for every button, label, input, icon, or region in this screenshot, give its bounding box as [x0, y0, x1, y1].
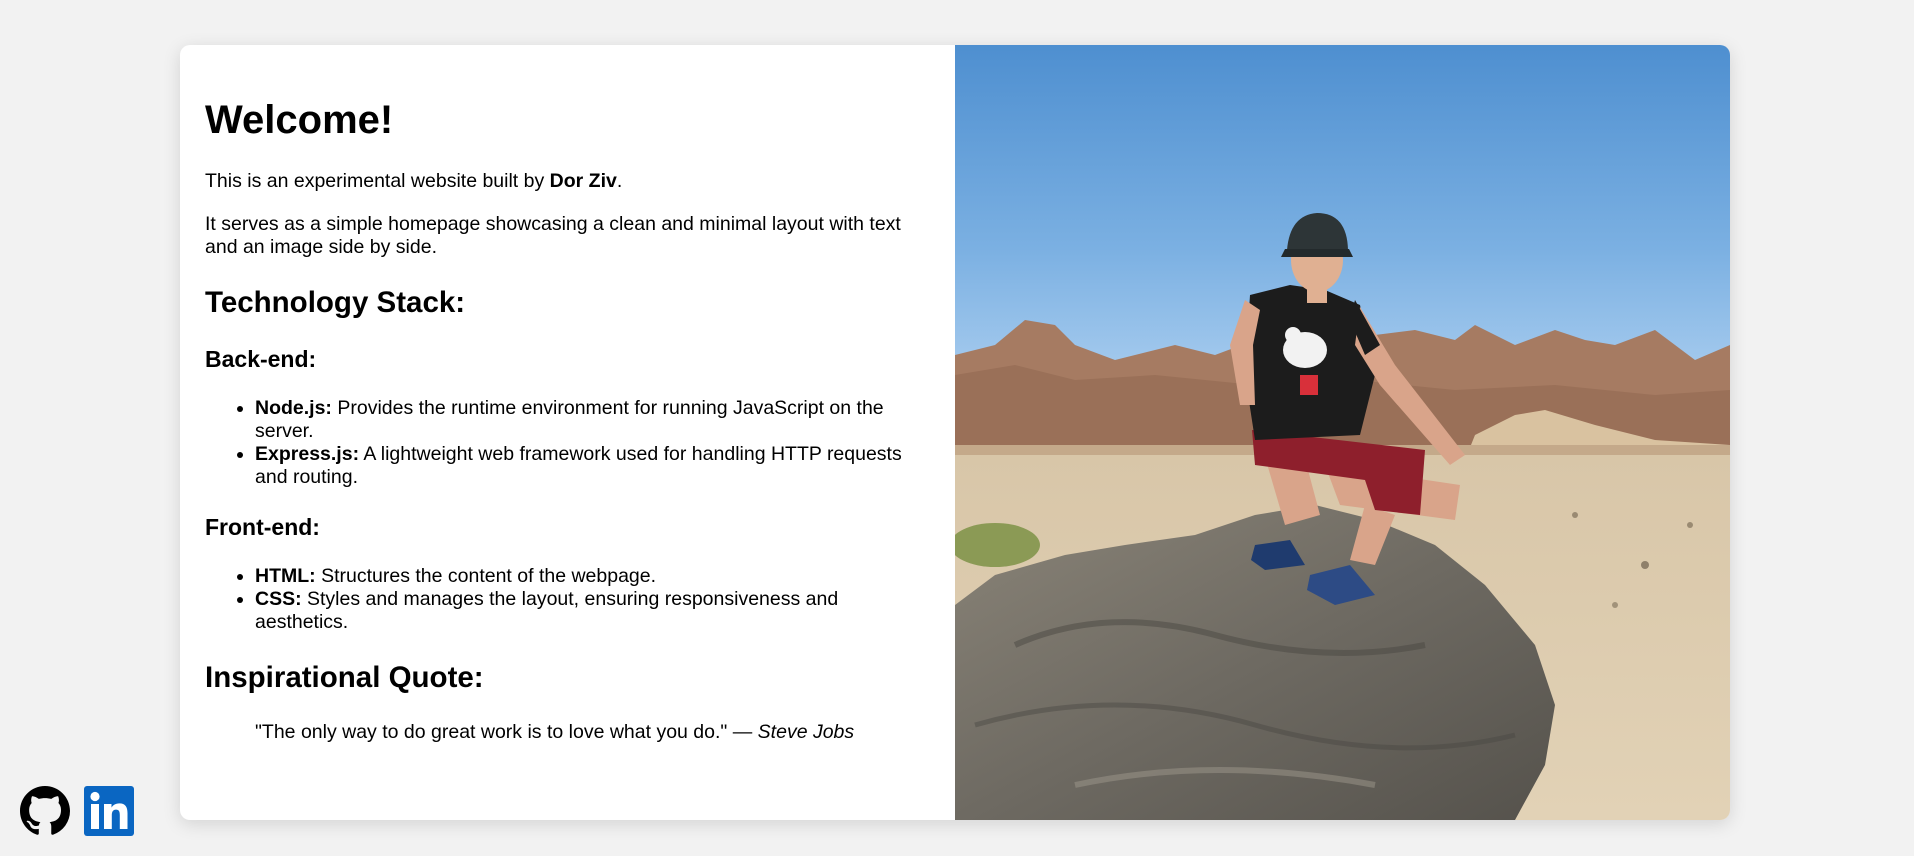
tech-name: Express.js:	[255, 442, 360, 465]
tech-name: HTML:	[255, 564, 316, 587]
tech-name: CSS:	[255, 587, 302, 610]
quote-heading: Inspirational Quote:	[205, 660, 484, 694]
tech-name: Node.js:	[255, 396, 332, 419]
github-link[interactable]	[20, 786, 70, 836]
intro-prefix: This is an experimental website built by	[205, 170, 550, 192]
github-icon	[20, 786, 70, 835]
profile-photo	[955, 45, 1730, 820]
social-links	[20, 786, 134, 836]
tech-description: Provides the runtime environment for run…	[255, 396, 884, 442]
quote-author: Steve Jobs	[757, 720, 855, 743]
quote-text: "The only way to do great work is to lov…	[255, 720, 758, 743]
tech-description: Structures the content of the webpage.	[315, 564, 657, 587]
author-name: Dor Ziv	[549, 170, 617, 192]
intro-paragraph: This is an experimental website built by…	[205, 170, 930, 193]
tech-stack-heading: Technology Stack:	[205, 286, 466, 319]
tech-description: Styles and manages the layout, ensuring …	[255, 587, 839, 633]
page-title: Welcome!	[205, 98, 394, 142]
main-card: Welcome! This is an experimental website…	[180, 45, 1730, 820]
linkedin-link[interactable]	[84, 786, 134, 836]
list-item-nodejs: Node.js: Provides the runtime environmen…	[255, 397, 930, 443]
text-column: Welcome! This is an experimental website…	[180, 45, 955, 820]
linkedin-icon	[84, 786, 134, 836]
description-paragraph: It serves as a simple homepage showcasin…	[205, 213, 901, 258]
intro-suffix: .	[616, 170, 623, 192]
list-item-html: HTML: Structures the content of the webp…	[255, 565, 930, 588]
backend-heading: Back-end:	[205, 346, 317, 373]
list-item-css: CSS: Styles and manages the layout, ensu…	[255, 588, 930, 634]
list-item-expressjs: Express.js: A lightweight web framework …	[255, 443, 930, 489]
frontend-list: HTML: Structures the content of the webp…	[205, 565, 930, 634]
frontend-heading: Front-end:	[205, 513, 320, 540]
quote-block: "The only way to do great work is to lov…	[255, 721, 930, 744]
backend-list: Node.js: Provides the runtime environmen…	[205, 397, 930, 489]
